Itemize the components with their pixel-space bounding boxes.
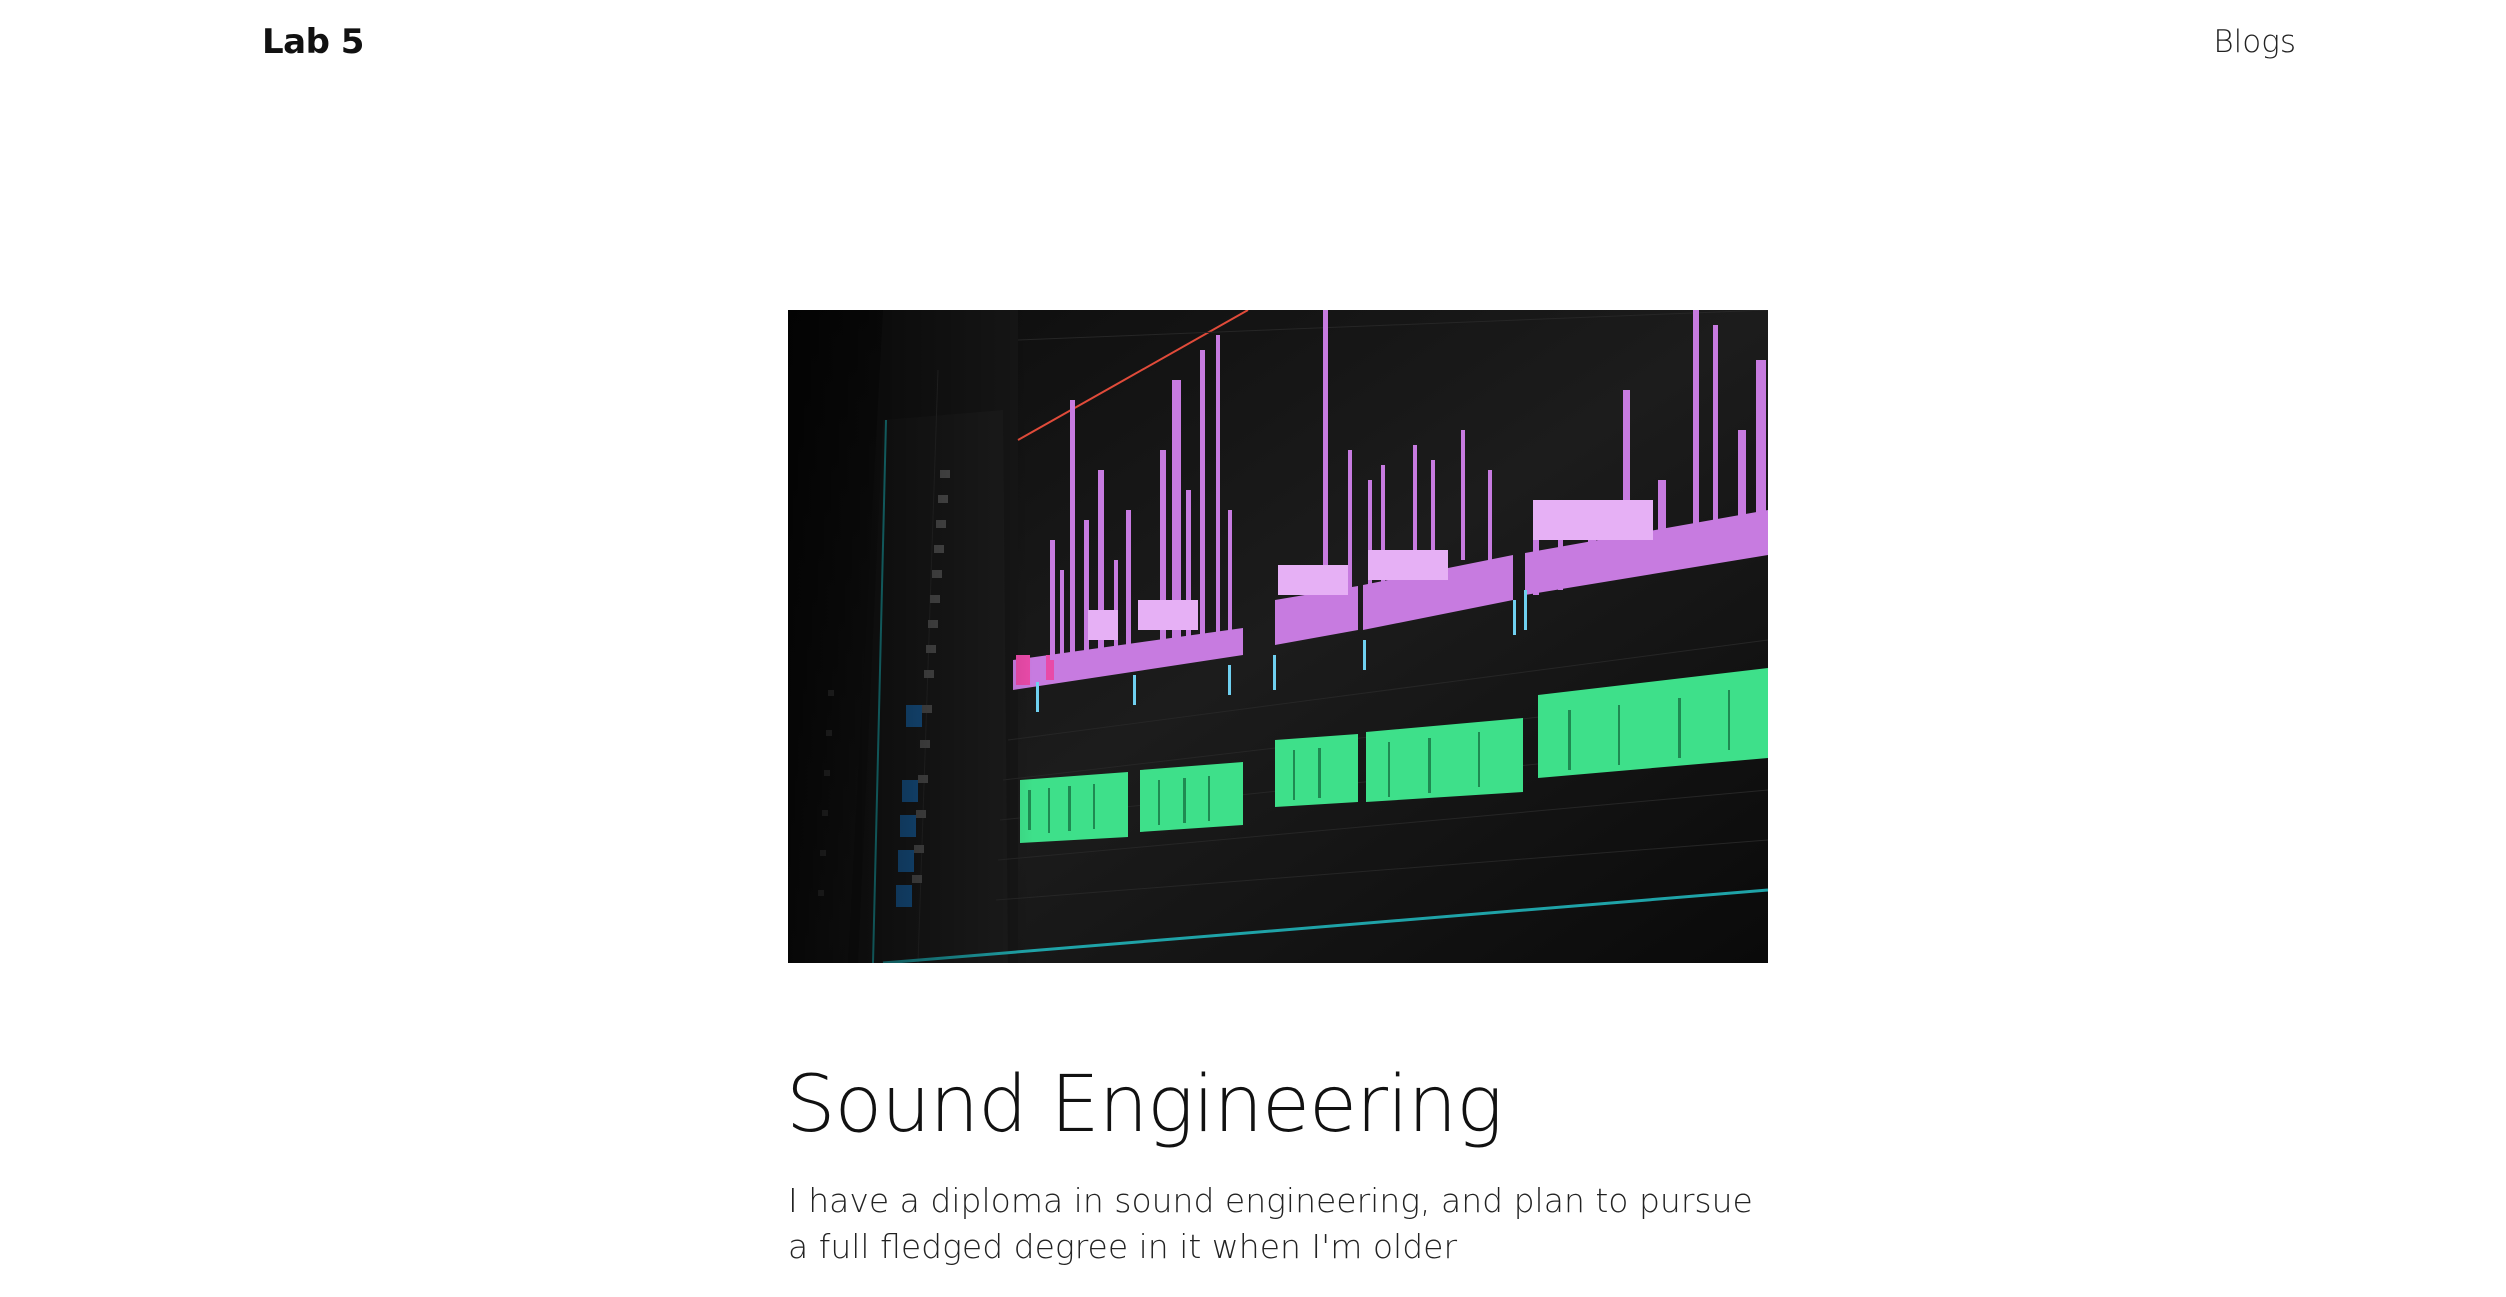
audio-timeline-illustration [788, 310, 1768, 963]
page: Lab 5 Blogs Sound Engineering I have a d… [0, 0, 2506, 1297]
post-hero-image [788, 310, 1768, 963]
post-title: Sound Engineering [786, 1060, 1503, 1150]
post-description: I have a diploma in sound engineering, a… [788, 1181, 1753, 1266]
nav-link-blogs[interactable]: Blogs [2213, 24, 2296, 60]
top-navigation: Lab 5 Blogs [0, 0, 2506, 92]
brand-logo-link[interactable]: Lab 5 [262, 22, 364, 62]
